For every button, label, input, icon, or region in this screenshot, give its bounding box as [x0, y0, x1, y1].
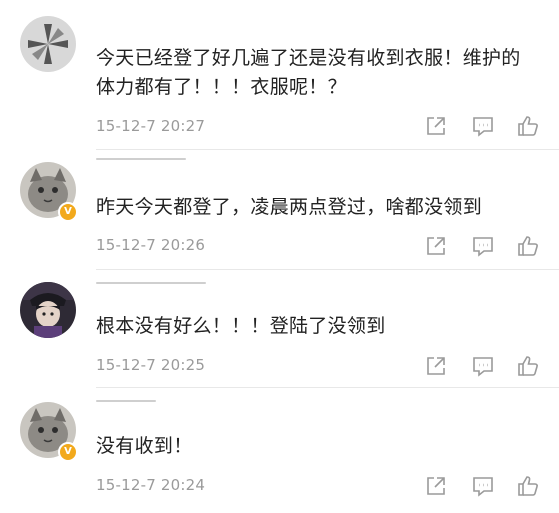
comment-timestamp: 15-12-7 20:26 [96, 236, 206, 254]
comment-icon[interactable] [471, 474, 495, 498]
like-icon[interactable] [516, 234, 540, 258]
share-icon[interactable] [424, 354, 448, 378]
verified-badge: V [58, 442, 78, 462]
comment-icon[interactable] [471, 354, 495, 378]
faded-text-line [96, 400, 156, 402]
comment-item: 根本没有好么！！！登陆了没领到 15-12-7 20:25 [0, 270, 559, 390]
divider [96, 387, 559, 388]
comment-icon[interactable] [471, 234, 495, 258]
avatar[interactable] [20, 282, 76, 338]
like-icon[interactable] [516, 474, 540, 498]
comment-text: 没有收到！ [96, 435, 193, 457]
share-icon[interactable] [424, 234, 448, 258]
comment-item: V 昨天今天都登了，凌晨两点登过，啥都没领到 15-12-7 20:26 [0, 150, 559, 270]
comment-actions [424, 354, 544, 378]
like-icon[interactable] [516, 354, 540, 378]
comment-text: 根本没有好么！！！登陆了没领到 [96, 315, 386, 337]
comment-timestamp: 15-12-7 20:25 [96, 356, 206, 374]
comment-icon[interactable] [471, 114, 495, 138]
share-icon[interactable] [424, 114, 448, 138]
share-icon[interactable] [424, 474, 448, 498]
comment-timestamp: 15-12-7 20:24 [96, 476, 206, 494]
faded-text-line [96, 282, 206, 284]
comment-item: V 没有收到！ 15-12-7 20:24 [0, 390, 559, 513]
comment-actions [424, 474, 544, 498]
comment-actions [424, 234, 544, 258]
comment-text: 今天已经登了好几遍了还是没有收到衣服！维护的体力都有了！！！衣服呢！？ [96, 47, 521, 98]
avatar[interactable] [20, 16, 76, 72]
faded-text-line [96, 158, 186, 160]
comment-actions [424, 114, 544, 138]
verified-badge: V [58, 202, 78, 222]
comment-item: 今天已经登了好几遍了还是没有收到衣服！维护的体力都有了！！！衣服呢！？ 15-1… [0, 0, 559, 150]
comment-timestamp: 15-12-7 20:27 [96, 117, 206, 135]
comment-text: 昨天今天都登了，凌晨两点登过，啥都没领到 [96, 196, 483, 218]
like-icon[interactable] [516, 114, 540, 138]
